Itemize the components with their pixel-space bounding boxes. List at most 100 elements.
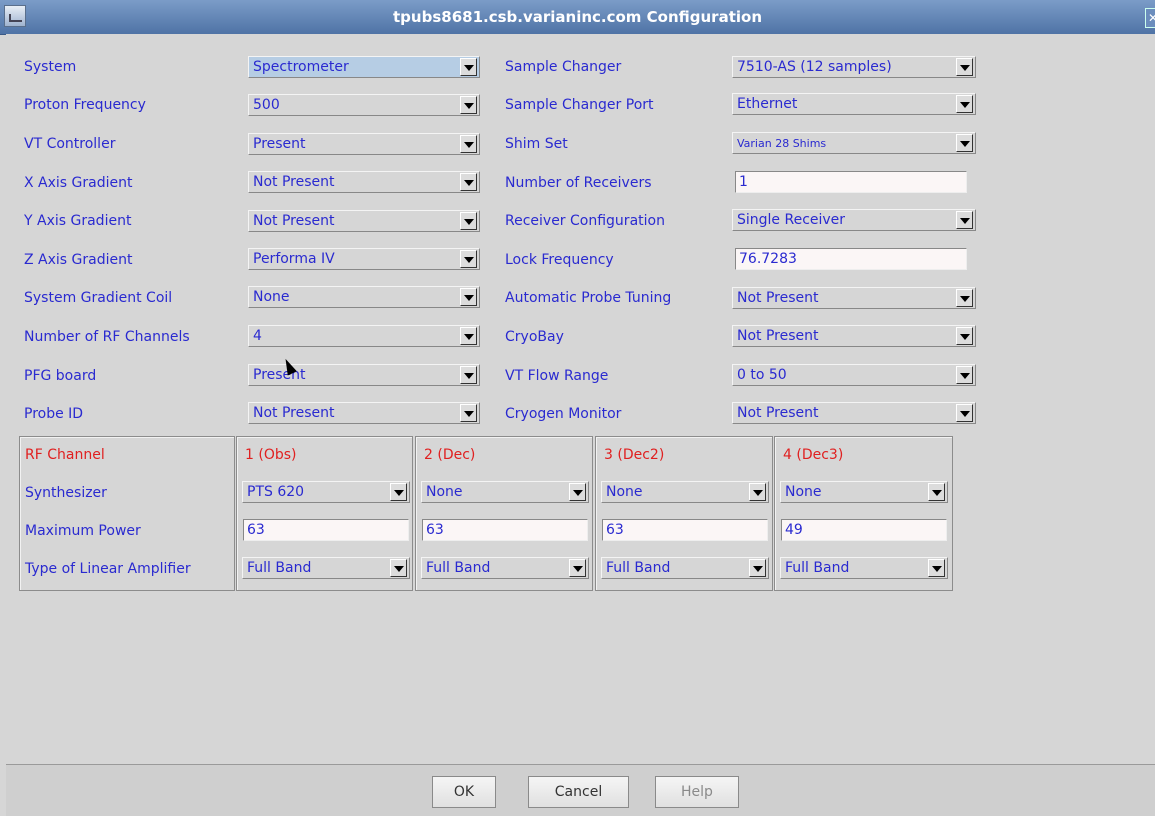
number-of-receivers-value: 1 [739, 174, 748, 190]
rf-channels-label: Number of RF Channels [24, 329, 190, 345]
chevron-down-icon[interactable] [460, 173, 477, 191]
shim-set-combo[interactable]: Varian 28 Shims [732, 132, 976, 154]
chevron-down-icon[interactable] [928, 559, 945, 577]
sample-changer-port-value: Ethernet [737, 96, 798, 112]
cryogen-monitor-value: Not Present [737, 405, 819, 421]
synthesizer-combo[interactable]: None [601, 481, 769, 503]
chevron-down-icon[interactable] [460, 212, 477, 230]
chevron-down-icon[interactable] [460, 366, 477, 384]
number-of-receivers-label: Number of Receivers [505, 175, 652, 191]
pfg-board-combo[interactable]: Present [248, 364, 480, 386]
chevron-down-icon[interactable] [569, 483, 586, 501]
max-power-field[interactable]: 63 [243, 519, 409, 541]
chevron-down-icon[interactable] [956, 289, 973, 307]
chevron-down-icon[interactable] [460, 250, 477, 268]
chevron-down-icon[interactable] [460, 96, 477, 114]
vt-controller-combo[interactable]: Present [248, 133, 480, 155]
chevron-down-icon[interactable] [956, 366, 973, 384]
synthesizer-combo[interactable]: PTS 620 [242, 481, 410, 503]
chevron-down-icon[interactable] [569, 559, 586, 577]
max-power-field[interactable]: 63 [422, 519, 588, 541]
z-axis-gradient-combo[interactable]: Performa IV [248, 248, 480, 270]
channel-header: 4 (Dec3) [783, 447, 844, 463]
max-power-value: 63 [247, 522, 265, 538]
lock-frequency-label: Lock Frequency [505, 252, 614, 268]
cryogen-monitor-label: Cryogen Monitor [505, 406, 622, 422]
rf-channel-panel-1: 1 (Obs) PTS 620 63 Full Band [236, 436, 413, 591]
y-axis-gradient-label: Y Axis Gradient [24, 213, 132, 229]
rf-channels-value: 4 [253, 328, 262, 344]
chevron-down-icon[interactable] [390, 483, 407, 501]
chevron-down-icon[interactable] [460, 404, 477, 422]
chevron-down-icon[interactable] [956, 95, 973, 113]
synthesizer-combo[interactable]: None [780, 481, 948, 503]
chevron-down-icon[interactable] [460, 135, 477, 153]
help-button[interactable]: Help [655, 776, 739, 808]
shim-set-value: Varian 28 Shims [737, 137, 827, 150]
x-axis-gradient-combo[interactable]: Not Present [248, 171, 480, 193]
chevron-down-icon[interactable] [956, 211, 973, 229]
automatic-probe-tuning-value: Not Present [737, 290, 819, 306]
number-of-receivers-field[interactable]: 1 [735, 171, 967, 193]
channel-header: 3 (Dec2) [604, 447, 665, 463]
chevron-down-icon[interactable] [749, 483, 766, 501]
chevron-down-icon[interactable] [956, 58, 973, 76]
y-axis-gradient-combo[interactable]: Not Present [248, 210, 480, 232]
system-combo[interactable]: Spectrometer [248, 56, 480, 78]
synthesizer-label: Synthesizer [25, 485, 107, 501]
synthesizer-combo[interactable]: None [421, 481, 589, 503]
sample-changer-label: Sample Changer [505, 59, 622, 75]
chevron-down-icon[interactable] [460, 58, 477, 76]
cryobay-value: Not Present [737, 328, 819, 344]
x-axis-gradient-value: Not Present [253, 174, 335, 190]
automatic-probe-tuning-combo[interactable]: Not Present [732, 287, 976, 309]
probe-id-value: Not Present [253, 405, 335, 421]
rf-channel-header: RF Channel [25, 447, 105, 463]
chevron-down-icon[interactable] [928, 483, 945, 501]
chevron-down-icon[interactable] [956, 134, 973, 152]
max-power-field[interactable]: 63 [602, 519, 768, 541]
synthesizer-value: PTS 620 [247, 484, 305, 500]
proton-frequency-combo[interactable]: 500 [248, 94, 480, 116]
ok-button[interactable]: OK [432, 776, 496, 808]
title-bar: tpubs8681.csb.varianinc.com Configuratio… [0, 0, 1155, 35]
synthesizer-value: None [606, 484, 643, 500]
cryobay-combo[interactable]: Not Present [732, 325, 976, 347]
maximum-power-label: Maximum Power [25, 523, 141, 539]
configuration-panel: System Spectrometer Proton Frequency 500… [6, 34, 1155, 764]
chevron-down-icon[interactable] [460, 288, 477, 306]
close-icon[interactable]: ✕ [1145, 8, 1155, 28]
max-power-field[interactable]: 49 [781, 519, 947, 541]
proton-frequency-label: Proton Frequency [24, 97, 146, 113]
rf-labels-panel: RF Channel Synthesizer Maximum Power Typ… [19, 436, 235, 591]
linear-amplifier-label: Type of Linear Amplifier [25, 561, 191, 577]
probe-id-combo[interactable]: Not Present [248, 402, 480, 424]
chevron-down-icon[interactable] [460, 327, 477, 345]
window-title: tpubs8681.csb.varianinc.com Configuratio… [393, 8, 762, 26]
synthesizer-value: None [426, 484, 463, 500]
vt-flow-range-combo[interactable]: 0 to 50 [732, 364, 976, 386]
amplifier-combo[interactable]: Full Band [780, 557, 948, 579]
shim-set-label: Shim Set [505, 136, 568, 152]
system-gradient-coil-combo[interactable]: None [248, 286, 480, 308]
system-value: Spectrometer [253, 59, 349, 75]
receiver-configuration-combo[interactable]: Single Receiver [732, 209, 976, 231]
amplifier-combo[interactable]: Full Band [421, 557, 589, 579]
system-label: System [24, 59, 77, 75]
chevron-down-icon[interactable] [956, 404, 973, 422]
vt-flow-range-label: VT Flow Range [505, 368, 609, 384]
sample-changer-combo[interactable]: 7510-AS (12 samples) [732, 56, 976, 78]
lock-frequency-field[interactable]: 76.7283 [735, 248, 967, 270]
chevron-down-icon[interactable] [956, 327, 973, 345]
max-power-value: 49 [785, 522, 803, 538]
cancel-button[interactable]: Cancel [528, 776, 629, 808]
amplifier-combo[interactable]: Full Band [242, 557, 410, 579]
sample-changer-port-combo[interactable]: Ethernet [732, 93, 976, 115]
chevron-down-icon[interactable] [390, 559, 407, 577]
lock-frequency-value: 76.7283 [739, 251, 797, 267]
cryogen-monitor-combo[interactable]: Not Present [732, 402, 976, 424]
amplifier-combo[interactable]: Full Band [601, 557, 769, 579]
rf-channels-combo[interactable]: 4 [248, 325, 480, 347]
chevron-down-icon[interactable] [749, 559, 766, 577]
rf-channel-panel-2: 2 (Dec) None 63 Full Band [415, 436, 593, 591]
